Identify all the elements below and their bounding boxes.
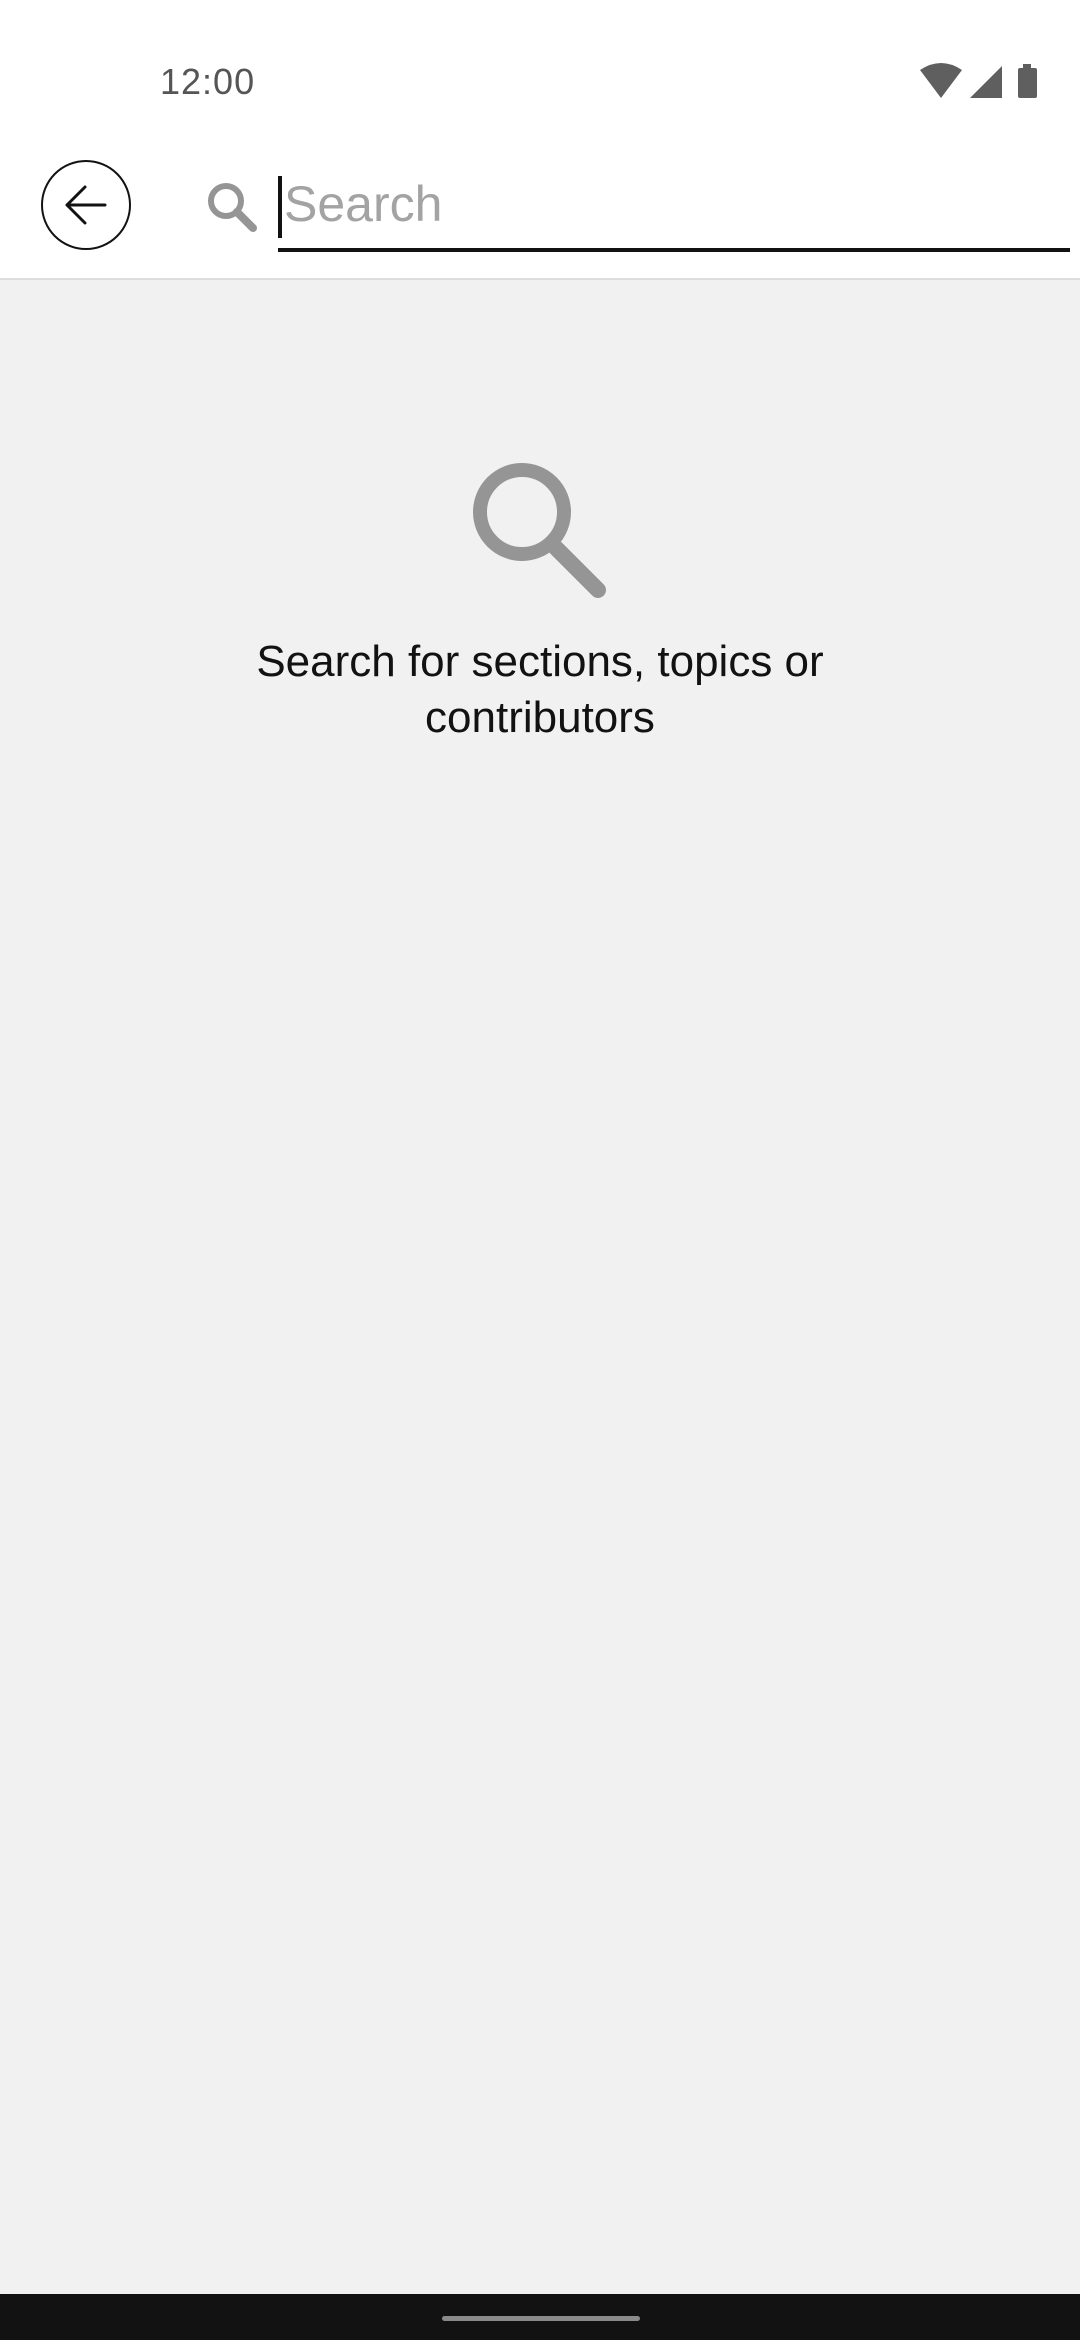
empty-state: Search for sections, topics or contribut…	[0, 460, 1080, 746]
status-bar: 12:00	[0, 0, 1080, 144]
status-icons	[920, 62, 1050, 102]
text-cursor	[278, 176, 282, 238]
empty-state-message: Search for sections, topics or contribut…	[256, 637, 824, 742]
home-gesture-handle[interactable]	[442, 2316, 640, 2321]
battery-icon	[1018, 64, 1037, 98]
status-time: 12:00	[160, 61, 256, 102]
search-icon	[208, 183, 257, 232]
search-icon	[473, 463, 606, 598]
search-input[interactable]	[278, 162, 1070, 246]
arrow-left-icon	[65, 185, 107, 225]
wifi-icon	[920, 63, 962, 98]
search-header	[0, 144, 1080, 280]
back-button[interactable]	[41, 160, 131, 250]
cellular-signal-icon	[970, 66, 1002, 98]
search-field[interactable]	[278, 162, 1070, 252]
system-navigation-bar	[0, 2294, 1080, 2340]
